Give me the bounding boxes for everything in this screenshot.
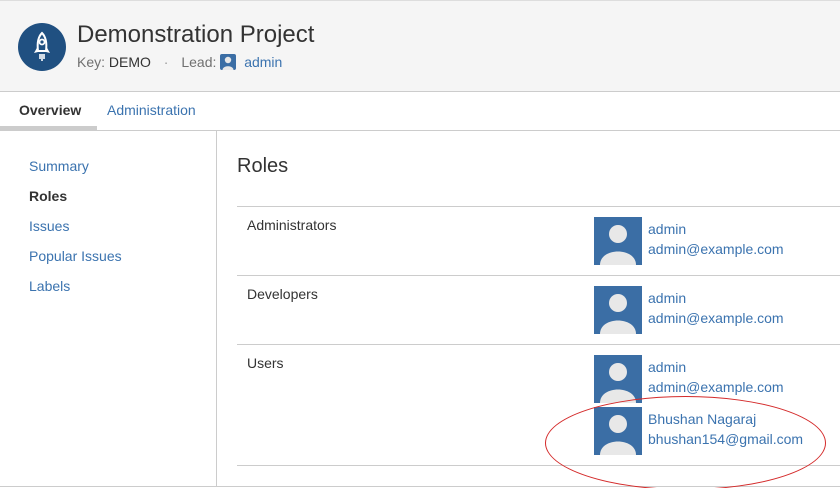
- role-member: admin admin@example.com: [594, 286, 840, 334]
- key-value: DEMO: [108, 54, 151, 70]
- role-member: admin admin@example.com: [594, 355, 840, 403]
- role-name: Users: [247, 355, 284, 371]
- role-name: Administrators: [247, 217, 337, 233]
- sidebar: Summary Roles Issues Popular Issues Labe…: [0, 131, 217, 486]
- lead-label: Lead:: [181, 54, 217, 70]
- user-name-link[interactable]: Bhushan Nagaraj: [648, 411, 756, 427]
- project-header: Demonstration Project Key: DEMO · Lead: …: [0, 0, 840, 92]
- role-row-administrators: Administrators admin admin@example.com: [237, 206, 840, 275]
- user-avatar[interactable]: [594, 407, 642, 455]
- user-name-link[interactable]: admin: [648, 290, 686, 306]
- user-avatar[interactable]: [594, 217, 642, 265]
- user-avatar[interactable]: [594, 286, 642, 334]
- tab-overview[interactable]: Overview: [19, 102, 81, 118]
- table-bottom-divider: [237, 465, 840, 466]
- meta-separator: ·: [163, 54, 169, 70]
- user-email-link[interactable]: admin@example.com: [648, 241, 784, 257]
- role-row-users: Users admin admin@example.com Bhushan Na…: [237, 344, 840, 465]
- project-avatar[interactable]: [18, 23, 66, 71]
- sidebar-item-summary[interactable]: Summary: [29, 158, 89, 174]
- sidebar-item-labels[interactable]: Labels: [29, 278, 70, 294]
- tab-administration[interactable]: Administration: [107, 102, 196, 118]
- project-tabs: Overview Administration: [0, 92, 840, 131]
- user-email-link[interactable]: admin@example.com: [648, 310, 784, 326]
- key-label: Key:: [77, 54, 106, 70]
- rocket-icon: [34, 31, 50, 61]
- role-member: admin admin@example.com: [594, 217, 840, 265]
- sidebar-item-popular-issues[interactable]: Popular Issues: [29, 248, 122, 264]
- active-tab-indicator: [0, 126, 97, 130]
- page-title: Demonstration Project: [77, 21, 315, 48]
- role-row-developers: Developers admin admin@example.com: [237, 275, 840, 344]
- project-meta: Key: DEMO · Lead: admin: [77, 54, 282, 70]
- user-avatar[interactable]: [594, 355, 642, 403]
- sidebar-item-roles[interactable]: Roles: [29, 188, 67, 204]
- role-name: Developers: [247, 286, 318, 302]
- user-name-link[interactable]: admin: [648, 359, 686, 375]
- section-title: Roles: [237, 155, 289, 177]
- lead-user-link[interactable]: admin: [244, 54, 282, 70]
- sidebar-item-issues[interactable]: Issues: [29, 218, 69, 234]
- page-bottom-divider: [0, 486, 840, 487]
- user-avatar-icon: [220, 54, 237, 70]
- user-email-link[interactable]: bhushan154@gmail.com: [648, 431, 803, 447]
- role-member: Bhushan Nagaraj bhushan154@gmail.com: [594, 407, 840, 455]
- user-name-link[interactable]: admin: [648, 221, 686, 237]
- user-email-link[interactable]: admin@example.com: [648, 379, 784, 395]
